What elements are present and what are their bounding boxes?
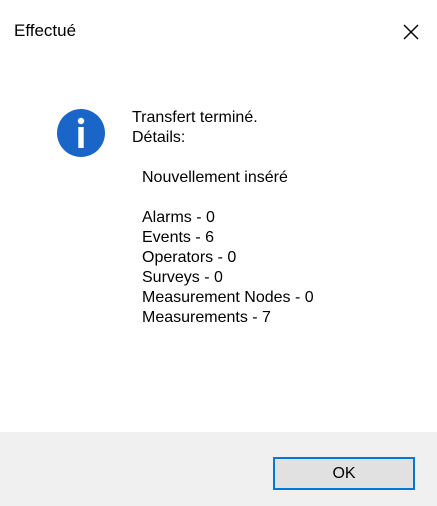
detail-item: Surveys - 0 xyxy=(142,269,223,286)
message-dialog: Effectué Transfert terminé. Détails: Nou… xyxy=(0,0,437,506)
info-icon xyxy=(57,109,105,157)
ok-button[interactable]: OK xyxy=(273,457,415,490)
message-content: Transfert terminé. Détails: Nouvellement… xyxy=(132,108,412,328)
detail-item: Measurements - 7 xyxy=(142,309,271,326)
close-icon xyxy=(403,24,419,40)
message-line-1: Transfert terminé. xyxy=(132,109,258,126)
close-button[interactable] xyxy=(391,12,431,52)
window-title: Effectué xyxy=(14,21,77,40)
message-line-2: Détails: xyxy=(132,129,186,146)
detail-item: Operators - 0 xyxy=(142,249,237,266)
message-heading: Nouvellement inséré xyxy=(142,169,288,186)
detail-item: Events - 6 xyxy=(142,229,215,246)
button-bar: OK xyxy=(0,432,437,506)
title-bar: Effectué xyxy=(0,0,437,62)
detail-item: Alarms - 0 xyxy=(142,209,215,226)
detail-item: Measurement Nodes - 0 xyxy=(142,289,314,306)
